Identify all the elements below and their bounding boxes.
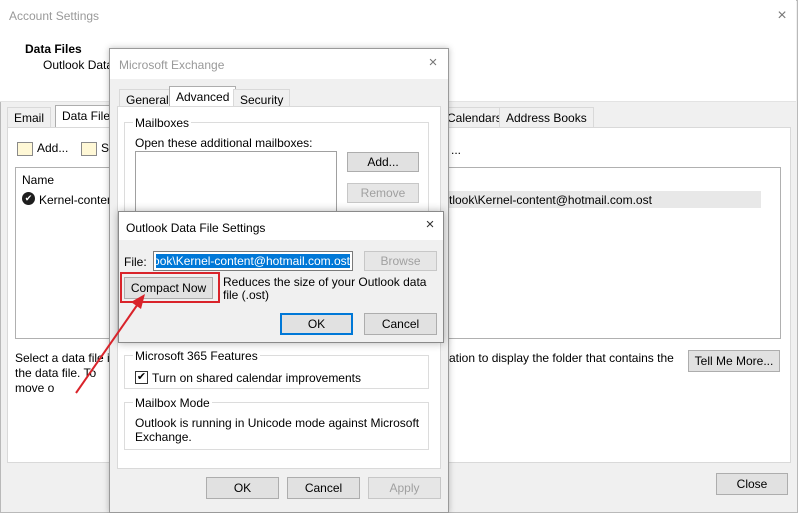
page-subheading: Outlook Data: [43, 58, 114, 72]
exchange-cancel-button[interactable]: Cancel: [287, 477, 360, 499]
account-settings-titlebar: [0, 0, 796, 32]
toolbar-more-button[interactable]: ...: [451, 143, 461, 157]
mailbox-mode-text: Outlook is running in Unicode mode again…: [135, 416, 420, 444]
settings-icon: [81, 141, 97, 156]
close-button[interactable]: Close: [716, 473, 788, 495]
close-icon[interactable]: ×: [422, 52, 444, 74]
tab-address-books[interactable]: Address Books: [499, 107, 594, 127]
mailboxes-label: Mailboxes: [133, 116, 192, 130]
data-file-settings-title: Outlook Data File Settings: [126, 221, 266, 235]
exchange-title: Microsoft Exchange: [119, 58, 225, 72]
column-header-name[interactable]: Name: [22, 173, 54, 187]
remove-mailbox-button[interactable]: Remove: [347, 183, 419, 203]
account-settings-title: Account Settings: [9, 9, 100, 23]
add-file-icon: [17, 141, 33, 156]
compact-now-description: Reduces the size of your Outlook data fi…: [223, 275, 427, 302]
open-mailboxes-label: Open these additional mailboxes:: [135, 136, 313, 150]
m365-features-label: Microsoft 365 Features: [133, 349, 260, 363]
data-file-name[interactable]: Kernel-conten: [39, 193, 114, 207]
page-heading: Data Files: [25, 42, 82, 56]
tab-advanced[interactable]: Advanced: [169, 86, 237, 108]
exchange-ok-button[interactable]: OK: [206, 477, 279, 499]
add-data-file-button[interactable]: Add...: [17, 141, 68, 156]
info-text-right: ation to display the folder that contain…: [449, 351, 674, 365]
shared-calendar-checkbox[interactable]: ✔: [135, 371, 148, 384]
file-label: File:: [124, 255, 147, 269]
compact-now-highlight: [120, 272, 220, 303]
data-file-ok-button[interactable]: OK: [280, 313, 353, 335]
tab-email[interactable]: Email: [7, 107, 52, 127]
data-file-path[interactable]: tlook\Kernel-content@hotmail.com.ost: [449, 193, 652, 207]
add-mailbox-button[interactable]: Add...: [347, 152, 419, 172]
file-path-value: ook\Kernel-content@hotmail.com.ost: [153, 254, 350, 268]
close-icon[interactable]: ×: [419, 214, 441, 236]
additional-mailboxes-list[interactable]: [135, 151, 337, 217]
default-check-icon: ✔: [22, 192, 35, 205]
close-icon[interactable]: ×: [770, 4, 794, 28]
shared-calendar-label[interactable]: Turn on shared calendar improvements: [152, 371, 361, 385]
browse-button[interactable]: Browse: [364, 251, 437, 271]
data-file-cancel-button[interactable]: Cancel: [364, 313, 437, 335]
exchange-apply-button[interactable]: Apply: [368, 477, 441, 499]
add-label: Add...: [37, 141, 69, 155]
file-path-input[interactable]: ook\Kernel-content@hotmail.com.ost: [153, 251, 353, 271]
tell-me-more-button[interactable]: Tell Me More...: [688, 350, 780, 372]
mailbox-mode-label: Mailbox Mode: [133, 396, 212, 410]
